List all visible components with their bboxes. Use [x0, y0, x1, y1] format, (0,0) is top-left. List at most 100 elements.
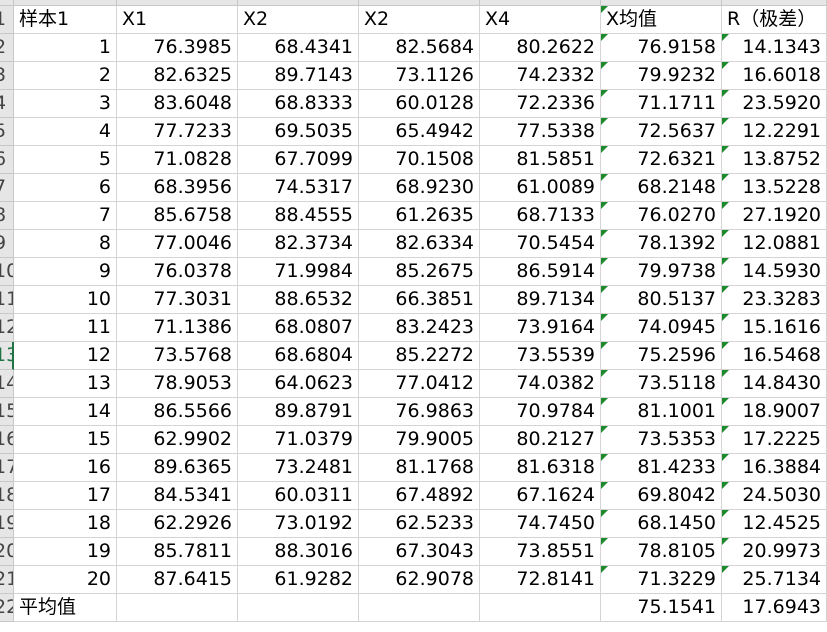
- data-cell[interactable]: 68.6804: [238, 342, 359, 370]
- data-cell[interactable]: 71.0379: [238, 426, 359, 454]
- data-cell[interactable]: 12.2291: [722, 118, 827, 146]
- data-cell[interactable]: 82.5684: [359, 34, 480, 62]
- data-cell[interactable]: 81.5851: [480, 146, 601, 174]
- row-header-10[interactable]: 10: [0, 258, 14, 286]
- data-cell[interactable]: 80.2127: [480, 426, 601, 454]
- data-cell[interactable]: 14.8430: [722, 370, 827, 398]
- header-cell[interactable]: X1: [117, 6, 238, 34]
- data-cell[interactable]: 83.2423: [359, 314, 480, 342]
- row-header-13[interactable]: 13: [0, 342, 14, 370]
- data-cell[interactable]: 62.2926: [117, 510, 238, 538]
- header-cell[interactable]: X2: [359, 6, 480, 34]
- data-cell[interactable]: 20.9973: [722, 538, 827, 566]
- header-cell[interactable]: X2: [238, 6, 359, 34]
- data-cell[interactable]: 25.7134: [722, 566, 827, 594]
- data-cell[interactable]: 70.5454: [480, 230, 601, 258]
- data-cell[interactable]: 73.0192: [238, 510, 359, 538]
- data-cell[interactable]: 12.4525: [722, 510, 827, 538]
- row-header-17[interactable]: 17: [0, 454, 14, 482]
- row-header-5[interactable]: 5: [0, 118, 14, 146]
- data-cell[interactable]: 74.0945: [601, 314, 722, 342]
- data-cell[interactable]: 86.5566: [117, 398, 238, 426]
- data-cell[interactable]: 75.2596: [601, 342, 722, 370]
- data-cell[interactable]: 85.2675: [359, 258, 480, 286]
- data-cell[interactable]: 74.2332: [480, 62, 601, 90]
- data-cell[interactable]: 72.8141: [480, 566, 601, 594]
- data-cell[interactable]: 12: [14, 342, 117, 370]
- header-cell[interactable]: 样本1: [14, 6, 117, 34]
- data-cell[interactable]: 62.5233: [359, 510, 480, 538]
- data-cell[interactable]: 76.9863: [359, 398, 480, 426]
- data-cell[interactable]: 89.6365: [117, 454, 238, 482]
- data-cell[interactable]: 60.0311: [238, 482, 359, 510]
- data-cell[interactable]: 89.7134: [480, 286, 601, 314]
- row-header-1[interactable]: 1: [0, 6, 14, 34]
- data-cell[interactable]: 70.9784: [480, 398, 601, 426]
- data-cell[interactable]: 13.5228: [722, 174, 827, 202]
- data-cell[interactable]: 67.7099: [238, 146, 359, 174]
- data-cell[interactable]: 68.8333: [238, 90, 359, 118]
- data-cell[interactable]: 16.6018: [722, 62, 827, 90]
- data-cell[interactable]: 85.6758: [117, 202, 238, 230]
- data-cell[interactable]: 69.8042: [601, 482, 722, 510]
- data-cell[interactable]: 89.7143: [238, 62, 359, 90]
- data-cell[interactable]: 69.5035: [238, 118, 359, 146]
- data-cell[interactable]: 61.2635: [359, 202, 480, 230]
- data-cell[interactable]: 82.3734: [238, 230, 359, 258]
- data-cell[interactable]: 80.5137: [601, 286, 722, 314]
- data-cell[interactable]: 71.3229: [601, 566, 722, 594]
- row-header-20[interactable]: 20: [0, 538, 14, 566]
- data-cell[interactable]: 15.1616: [722, 314, 827, 342]
- data-cell[interactable]: 81.1001: [601, 398, 722, 426]
- footer-cell[interactable]: [359, 594, 480, 622]
- data-cell[interactable]: 13: [14, 370, 117, 398]
- data-cell[interactable]: 78.1392: [601, 230, 722, 258]
- data-cell[interactable]: 68.3956: [117, 174, 238, 202]
- data-cell[interactable]: 87.6415: [117, 566, 238, 594]
- footer-cell[interactable]: 75.1541: [601, 594, 722, 622]
- spreadsheet-grid[interactable]: ABCDEFG123456789101112131415161718192021…: [0, 0, 827, 632]
- data-cell[interactable]: 73.5539: [480, 342, 601, 370]
- data-cell[interactable]: 76.9158: [601, 34, 722, 62]
- data-cell[interactable]: 14: [14, 398, 117, 426]
- data-cell[interactable]: 81.6318: [480, 454, 601, 482]
- data-cell[interactable]: 82.6325: [117, 62, 238, 90]
- data-cell[interactable]: 23.3283: [722, 286, 827, 314]
- row-header-15[interactable]: 15: [0, 398, 14, 426]
- data-cell[interactable]: 74.7450: [480, 510, 601, 538]
- data-cell[interactable]: 65.4942: [359, 118, 480, 146]
- row-header-3[interactable]: 3: [0, 62, 14, 90]
- data-cell[interactable]: 11: [14, 314, 117, 342]
- data-cell[interactable]: 61.9282: [238, 566, 359, 594]
- data-cell[interactable]: 17.2225: [722, 426, 827, 454]
- data-cell[interactable]: 18: [14, 510, 117, 538]
- data-cell[interactable]: 3: [14, 90, 117, 118]
- data-cell[interactable]: 13.8752: [722, 146, 827, 174]
- data-cell[interactable]: 81.4233: [601, 454, 722, 482]
- data-cell[interactable]: 77.3031: [117, 286, 238, 314]
- data-cell[interactable]: 88.4555: [238, 202, 359, 230]
- data-cell[interactable]: 73.9164: [480, 314, 601, 342]
- data-cell[interactable]: 8: [14, 230, 117, 258]
- data-cell[interactable]: 73.5768: [117, 342, 238, 370]
- data-cell[interactable]: 83.6048: [117, 90, 238, 118]
- footer-cell[interactable]: 平均值: [14, 594, 117, 622]
- data-cell[interactable]: 23.5920: [722, 90, 827, 118]
- data-cell[interactable]: 67.4892: [359, 482, 480, 510]
- row-header-21[interactable]: 21: [0, 566, 14, 594]
- data-cell[interactable]: 24.5030: [722, 482, 827, 510]
- data-cell[interactable]: 19: [14, 538, 117, 566]
- data-cell[interactable]: 89.8791: [238, 398, 359, 426]
- data-cell[interactable]: 77.0412: [359, 370, 480, 398]
- data-cell[interactable]: 18.9007: [722, 398, 827, 426]
- data-cell[interactable]: 72.2336: [480, 90, 601, 118]
- data-cell[interactable]: 70.1508: [359, 146, 480, 174]
- row-header-6[interactable]: 6: [0, 146, 14, 174]
- data-cell[interactable]: 68.1450: [601, 510, 722, 538]
- data-cell[interactable]: 5: [14, 146, 117, 174]
- row-header-9[interactable]: 9: [0, 230, 14, 258]
- data-cell[interactable]: 16.5468: [722, 342, 827, 370]
- row-header-19[interactable]: 19: [0, 510, 14, 538]
- data-cell[interactable]: 81.1768: [359, 454, 480, 482]
- data-cell[interactable]: 77.5338: [480, 118, 601, 146]
